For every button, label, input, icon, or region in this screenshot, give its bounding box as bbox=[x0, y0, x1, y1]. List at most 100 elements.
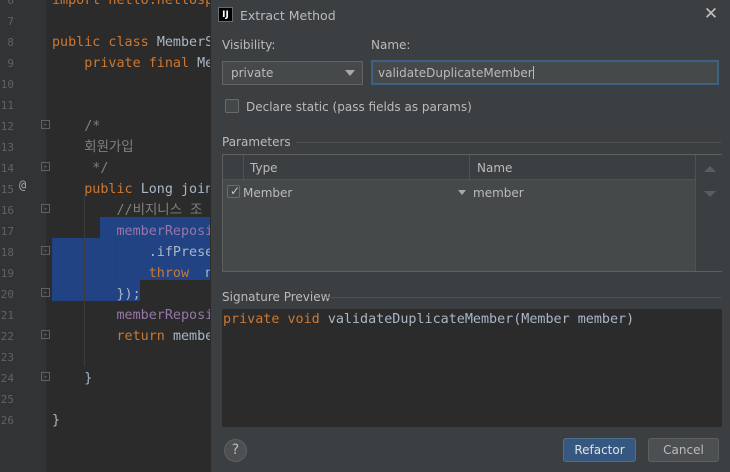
cancel-button[interactable]: Cancel bbox=[648, 438, 719, 462]
help-button[interactable]: ? bbox=[224, 439, 247, 462]
code-token: private final bbox=[52, 56, 198, 71]
fold-icon[interactable]: - bbox=[41, 372, 50, 381]
code-token: public bbox=[52, 182, 141, 197]
fold-icon[interactable]: - bbox=[41, 120, 50, 129]
visibility-value: private bbox=[231, 66, 274, 80]
method-name-value: validateDuplicateMember bbox=[378, 66, 533, 80]
code-token: join bbox=[181, 182, 214, 197]
line-number: 17 bbox=[0, 225, 14, 238]
code-line[interactable]: throw n bbox=[52, 263, 214, 284]
signature-preview: private void validateDuplicateMember(Mem… bbox=[222, 309, 722, 427]
check-icon: ✓ bbox=[230, 184, 241, 198]
intellij-app-icon: IJ bbox=[218, 7, 233, 22]
declare-static-label[interactable]: Declare static (pass fields as params) bbox=[246, 100, 472, 114]
divider bbox=[325, 297, 721, 298]
code-line[interactable]: */ bbox=[52, 158, 108, 179]
fold-icon[interactable]: - bbox=[41, 204, 50, 213]
line-number: 23 bbox=[0, 351, 14, 364]
line-number: 16 bbox=[0, 204, 14, 217]
code-token: memberReposi bbox=[116, 308, 214, 323]
line-number: 14 bbox=[0, 162, 14, 175]
code-token: public class bbox=[52, 35, 157, 50]
fold-icon[interactable]: - bbox=[41, 162, 50, 171]
fold-icon[interactable]: - bbox=[41, 288, 50, 297]
name-label: Name: bbox=[371, 38, 411, 52]
parameter-name[interactable]: member bbox=[473, 186, 524, 200]
line-number: 18 bbox=[0, 246, 14, 259]
code-token: Long bbox=[140, 182, 181, 197]
line-number: 21 bbox=[0, 309, 14, 322]
parameter-type[interactable]: Member bbox=[243, 186, 292, 200]
code-token: private bbox=[223, 312, 288, 327]
code-token: */ bbox=[52, 161, 109, 176]
parameters-table[interactable]: Type Name ✓ Member member bbox=[222, 154, 722, 272]
code-token: validateDuplicateMember(Member member) bbox=[327, 312, 635, 327]
dialog-title: Extract Method bbox=[240, 8, 336, 23]
code-line[interactable]: return member bbox=[52, 326, 222, 347]
close-icon[interactable]: ✕ bbox=[703, 5, 719, 23]
method-name-input[interactable]: validateDuplicateMember bbox=[371, 60, 719, 85]
code-line[interactable]: public Long join bbox=[52, 179, 213, 200]
code-token: //비지니스 조 bbox=[52, 203, 203, 218]
parameters-section-title: Parameters bbox=[222, 135, 291, 149]
signature-preview-title: Signature Preview bbox=[222, 290, 331, 304]
code-line[interactable]: import hello.hellosp bbox=[52, 0, 213, 11]
column-header-name[interactable]: Name bbox=[477, 161, 512, 175]
code-token: MemberS bbox=[156, 35, 214, 50]
code-token: } bbox=[52, 371, 93, 386]
line-number: 8 bbox=[7, 36, 14, 49]
code-token: throw bbox=[148, 266, 198, 281]
reorder-panel bbox=[695, 155, 722, 271]
line-number: 25 bbox=[0, 393, 14, 406]
divider bbox=[296, 142, 721, 143]
line-number: 10 bbox=[0, 78, 14, 91]
column-divider bbox=[469, 155, 470, 180]
code-line[interactable]: }); bbox=[52, 284, 141, 305]
line-number: 12 bbox=[0, 120, 14, 133]
visibility-dropdown[interactable]: private bbox=[222, 61, 363, 85]
line-number: 9 bbox=[7, 57, 14, 70]
code-token: }); bbox=[52, 287, 141, 302]
signature-code: private void validateDuplicateMember(Mem… bbox=[223, 312, 634, 327]
code-line[interactable]: } bbox=[52, 410, 60, 431]
refactor-button[interactable]: Refactor bbox=[563, 438, 636, 462]
code-line[interactable]: memberReposi bbox=[52, 221, 214, 242]
extract-method-dialog: IJ Extract Method ✕ Visibility: Name: pr… bbox=[210, 0, 730, 472]
code-line[interactable]: 회원가입 bbox=[52, 137, 134, 158]
code-line[interactable]: private final Me bbox=[52, 53, 213, 74]
line-number: 19 bbox=[0, 267, 14, 280]
line-number: 26 bbox=[0, 414, 14, 427]
chevron-down-icon bbox=[345, 70, 355, 76]
code-token: void bbox=[287, 312, 328, 327]
fold-icon[interactable]: - bbox=[41, 330, 50, 339]
parameter-checkbox[interactable]: ✓ bbox=[227, 184, 241, 198]
parameters-table-header: Type Name bbox=[223, 155, 695, 180]
visibility-label: Visibility: bbox=[222, 38, 276, 52]
move-up-icon[interactable] bbox=[704, 166, 716, 172]
chevron-down-icon[interactable] bbox=[458, 190, 466, 195]
code-token: /* bbox=[52, 119, 101, 134]
code-line[interactable]: public class MemberS bbox=[52, 32, 213, 53]
line-number: 7 bbox=[7, 15, 14, 28]
code-line[interactable]: } bbox=[52, 368, 92, 389]
line-number: 15 bbox=[0, 183, 14, 196]
code-line[interactable]: //비지니스 조 bbox=[52, 200, 202, 221]
code-token: memberReposi bbox=[116, 224, 214, 239]
implementation-marker-icon[interactable]: @ bbox=[19, 178, 26, 192]
code-token: } bbox=[52, 413, 61, 428]
move-down-icon[interactable] bbox=[704, 191, 716, 197]
line-number: 13 bbox=[0, 141, 14, 154]
declare-static-checkbox[interactable] bbox=[225, 99, 239, 113]
code-line[interactable]: /* bbox=[52, 116, 100, 137]
code-token: 회원가입 bbox=[52, 140, 134, 155]
column-header-type[interactable]: Type bbox=[250, 161, 278, 175]
code-line[interactable]: memberReposi bbox=[52, 305, 214, 326]
line-number: 22 bbox=[0, 330, 14, 343]
dialog-titlebar[interactable]: IJ Extract Method ✕ bbox=[211, 0, 730, 30]
code-line[interactable]: .ifPrese bbox=[52, 242, 214, 263]
line-number: 24 bbox=[0, 372, 14, 385]
fold-icon[interactable]: - bbox=[41, 246, 50, 255]
column-divider bbox=[243, 155, 244, 180]
